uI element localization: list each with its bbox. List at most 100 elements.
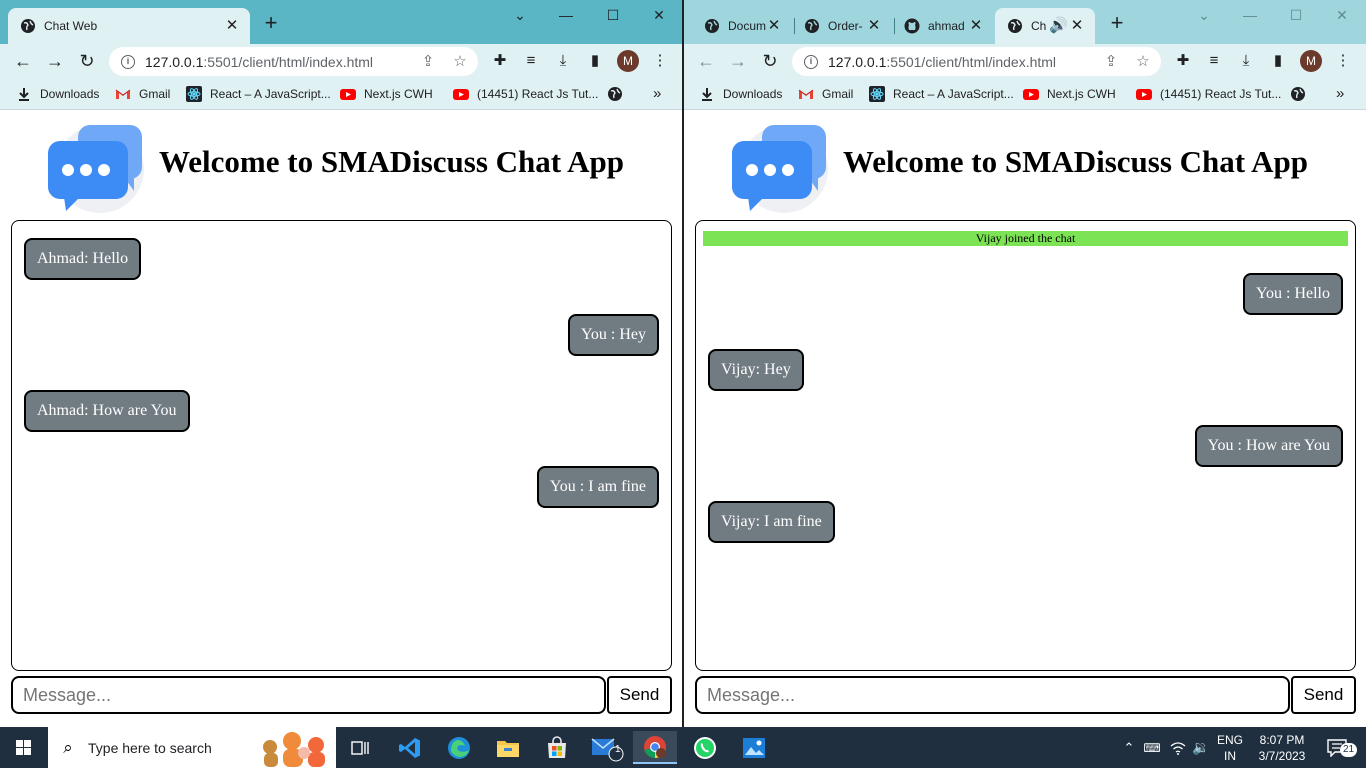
bookmark-downloads[interactable]: Downloads xyxy=(699,84,782,104)
microsoft-store-icon[interactable] xyxy=(535,731,579,764)
bookmark-gmail[interactable]: Gmail xyxy=(115,84,170,104)
send-button[interactable]: Send xyxy=(1291,676,1356,714)
chat-page: Welcome to SMADiscuss Chat App Ahmad: He… xyxy=(0,111,683,727)
wifi-icon[interactable] xyxy=(1168,727,1188,768)
bookmark-label: React – A JavaScript... xyxy=(210,87,331,101)
share-icon[interactable]: ⇪ xyxy=(1102,53,1120,71)
download-icon xyxy=(19,88,29,101)
globe-icon xyxy=(21,19,35,33)
show-hidden-icons-icon[interactable]: ⌃ xyxy=(1120,727,1138,768)
chat-message-incoming: Ahmad: Hello xyxy=(24,238,142,280)
address-bar[interactable]: i 127.0.0.1:5501/client/html/index.html … xyxy=(792,47,1161,76)
reload-icon[interactable]: ↻ xyxy=(74,48,100,74)
tab-github[interactable]: ahmad ✕ xyxy=(892,8,994,44)
downloads-icon[interactable]: ⤓ xyxy=(553,51,573,71)
forward-icon[interactable]: → xyxy=(725,48,751,74)
more-bookmarks-icon[interactable]: » xyxy=(1336,85,1344,102)
bookmark-label: (14451) React Js Tut... xyxy=(1160,87,1282,101)
tab-search-icon[interactable]: ⌄ xyxy=(1184,4,1224,26)
clock[interactable]: 8:07 PM 3/7/2023 xyxy=(1250,727,1314,768)
taskbar-search-box[interactable]: ⌕ Type here to search xyxy=(48,727,336,768)
file-explorer-icon[interactable] xyxy=(486,731,530,764)
bookmark-react[interactable]: React – A JavaScript... xyxy=(186,84,331,104)
close-tab-icon[interactable]: ✕ xyxy=(866,18,882,34)
side-panel-icon[interactable]: ▮ xyxy=(585,51,605,71)
downloads-icon[interactable]: ⤓ xyxy=(1236,51,1256,71)
edge-icon[interactable] xyxy=(437,731,481,764)
bookmark-nextjs-cwh[interactable]: Next.js CWH xyxy=(1023,84,1116,104)
profile-avatar[interactable]: M xyxy=(1300,50,1322,72)
download-icon xyxy=(702,88,712,101)
globe-icon xyxy=(1008,19,1022,33)
windows-start-icon[interactable] xyxy=(0,727,48,768)
site-info-icon[interactable]: i xyxy=(121,54,135,69)
language-indicator[interactable]: ENG IN xyxy=(1214,727,1246,768)
bookmark-react-tutorial[interactable]: (14451) React Js Tut... xyxy=(1136,84,1281,104)
close-tab-icon[interactable]: ✕ xyxy=(968,18,984,34)
tab-chat-web[interactable]: Chat Web ✕ xyxy=(8,8,250,44)
vscode-icon[interactable] xyxy=(388,731,432,764)
reload-icon[interactable]: ↻ xyxy=(757,48,783,74)
menu-dots-icon[interactable]: ⋮ xyxy=(1333,51,1353,71)
notification-center-icon[interactable]: 21 xyxy=(1318,727,1358,768)
share-icon[interactable]: ⇪ xyxy=(419,53,437,71)
menu-dots-icon[interactable]: ⋮ xyxy=(650,51,670,71)
youtube-icon xyxy=(1136,89,1152,100)
bookmark-gmail[interactable]: Gmail xyxy=(798,84,853,104)
close-tab-icon[interactable]: ✕ xyxy=(766,18,782,34)
send-button[interactable]: Send xyxy=(607,676,672,714)
mail-icon[interactable]: 1 xyxy=(585,731,629,764)
browser-toolbar: ← → ↻ i 127.0.0.1:5501/client/html/index… xyxy=(684,44,1366,78)
maximize-button[interactable]: ☐ xyxy=(593,4,633,26)
bookmark-react[interactable]: React – A JavaScript... xyxy=(869,84,1014,104)
bookmark-downloads[interactable]: Downloads xyxy=(16,84,99,104)
side-panel-icon[interactable]: ▮ xyxy=(1268,51,1288,71)
forward-icon[interactable]: → xyxy=(42,48,68,74)
chrome-icon[interactable] xyxy=(633,731,677,764)
address-bar[interactable]: i 127.0.0.1:5501/client/html/index.html … xyxy=(109,47,478,76)
extensions-icon[interactable]: ✚ xyxy=(490,51,510,71)
right-browser-window: Docum ✕ Order- ✕ ahmad ✕ Ch 🔊 ✕ + ⌄ — ☐ … xyxy=(684,0,1366,727)
globe-icon[interactable] xyxy=(607,86,623,102)
globe-icon xyxy=(705,19,719,33)
extensions-icon[interactable]: ✚ xyxy=(1173,51,1193,71)
back-icon[interactable]: ← xyxy=(10,48,36,74)
tab-order[interactable]: Order- ✕ xyxy=(792,8,892,44)
profile-avatar[interactable]: M xyxy=(617,50,639,72)
language-code: ENG xyxy=(1216,732,1243,747)
message-input[interactable] xyxy=(11,676,606,714)
media-queue-icon[interactable]: ≡ xyxy=(1204,51,1224,71)
tab-title: Docum xyxy=(728,19,766,33)
whatsapp-icon[interactable] xyxy=(683,731,727,764)
bookmark-label: Next.js CWH xyxy=(1047,87,1116,101)
close-tab-icon[interactable]: ✕ xyxy=(1069,18,1085,34)
bookmark-react-tutorial[interactable]: (14451) React Js Tut... xyxy=(453,84,598,104)
input-indicator-icon[interactable]: ⌨ xyxy=(1142,727,1162,768)
volume-icon[interactable]: 🔉 xyxy=(1190,727,1212,768)
photos-icon[interactable] xyxy=(732,731,776,764)
tab-chat-web[interactable]: Ch 🔊 ✕ xyxy=(995,8,1095,44)
maximize-button[interactable]: ☐ xyxy=(1276,4,1316,26)
more-bookmarks-icon[interactable]: » xyxy=(653,85,661,102)
windows-taskbar: ⌕ Type here to search 1 ⌃ ⌨ 🔉 ENG IN 8:0… xyxy=(0,727,1366,768)
media-queue-icon[interactable]: ≡ xyxy=(521,51,541,71)
minimize-button[interactable]: — xyxy=(546,4,586,26)
tab-document[interactable]: Docum ✕ xyxy=(692,8,792,44)
bookmark-star-icon[interactable]: ☆ xyxy=(451,53,469,71)
close-window-button[interactable]: ✕ xyxy=(1322,4,1362,26)
new-tab-button[interactable]: + xyxy=(259,12,283,36)
task-view-icon[interactable] xyxy=(338,731,382,764)
back-icon[interactable]: ← xyxy=(693,48,719,74)
close-tab-icon[interactable]: ✕ xyxy=(224,18,240,34)
user-joined-notice: Vijay joined the chat xyxy=(703,231,1348,246)
globe-icon[interactable] xyxy=(1290,86,1306,102)
bookmark-star-icon[interactable]: ☆ xyxy=(1134,53,1152,71)
new-tab-button[interactable]: + xyxy=(1105,12,1129,36)
message-input[interactable] xyxy=(695,676,1290,714)
close-window-button[interactable]: ✕ xyxy=(639,4,679,26)
site-info-icon[interactable]: i xyxy=(804,54,818,69)
tab-search-icon[interactable]: ⌄ xyxy=(500,4,540,26)
minimize-button[interactable]: — xyxy=(1230,4,1270,26)
bookmark-nextjs-cwh[interactable]: Next.js CWH xyxy=(340,84,433,104)
audio-playing-icon[interactable]: 🔊 xyxy=(1049,18,1068,34)
